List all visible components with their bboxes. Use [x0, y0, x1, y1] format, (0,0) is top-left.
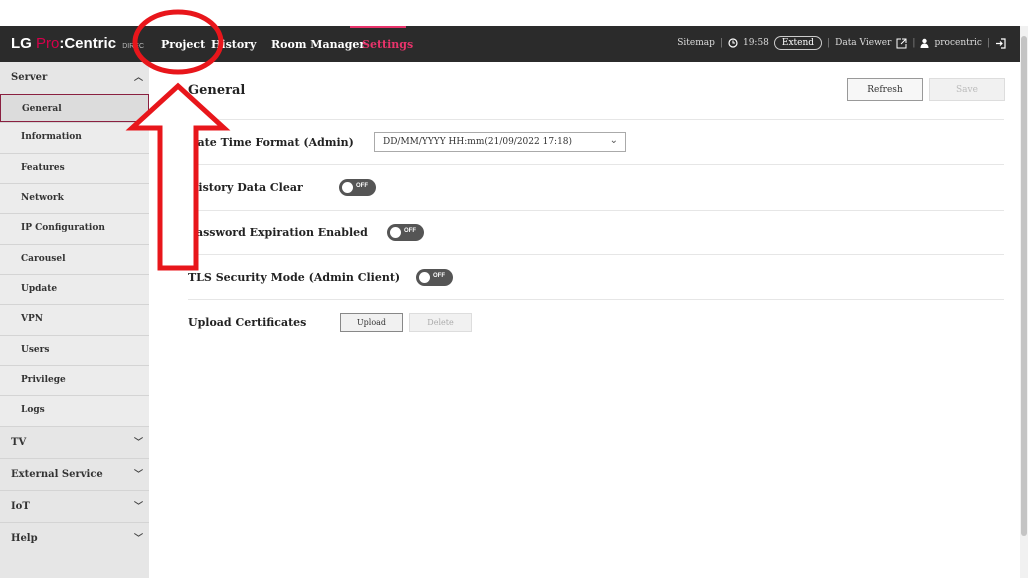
nav-room-manager[interactable]: Room Manager — [271, 38, 365, 51]
sidebar-item-network[interactable]: Network — [0, 183, 149, 214]
divider: | — [912, 38, 916, 48]
extend-button[interactable]: Extend — [773, 36, 823, 50]
sidebar-item-update[interactable]: Update — [0, 274, 149, 305]
chevron-down-icon: ⌄ — [609, 135, 618, 146]
top-nav-bar: LG Pro:Centric DIREC Project History Roo… — [0, 26, 1020, 62]
upload-certificates-label: Upload Certificates — [188, 316, 307, 329]
save-button[interactable]: Save — [929, 78, 1005, 101]
sidebar-section-help[interactable]: Help ﹀ — [0, 522, 149, 555]
sidebar-item-privilege[interactable]: Privilege — [0, 365, 149, 396]
divider: | — [827, 38, 831, 48]
sidebar-item-information[interactable]: Information — [0, 122, 149, 153]
refresh-button[interactable]: Refresh — [847, 78, 923, 101]
username[interactable]: procentric — [934, 38, 981, 48]
procentric-logo[interactable]: LG Pro:Centric DIREC — [11, 35, 144, 52]
sitemap-link[interactable]: Sitemap — [677, 38, 715, 48]
session-time: 19:58 — [742, 38, 769, 48]
chevron-up-icon: ︿ — [133, 73, 143, 83]
header-tools: Sitemap | 19:58 Extend | Data Viewer | p… — [677, 36, 1006, 50]
history-data-clear-toggle[interactable]: OFF — [339, 179, 376, 196]
toggle-knob — [419, 272, 430, 283]
date-time-format-select[interactable]: DD/MM/YYYY HH:mm(21/09/2022 17:18) ⌄ — [374, 132, 626, 152]
page-title: General — [188, 83, 246, 98]
sidebar-item-vpn[interactable]: VPN — [0, 304, 149, 335]
sidebar-item-logs[interactable]: Logs — [0, 395, 149, 426]
active-tab-indicator — [350, 26, 406, 28]
sidebar-item-features[interactable]: Features — [0, 153, 149, 184]
divider — [188, 119, 1004, 120]
divider — [188, 299, 1004, 300]
toggle-knob — [342, 182, 353, 193]
sidebar-item-general[interactable]: General — [0, 94, 149, 122]
date-time-format-label: Date Time Format (Admin) — [188, 136, 354, 149]
tls-security-mode-toggle[interactable]: OFF — [416, 269, 453, 286]
sidebar-section-tv[interactable]: TV ﹀ — [0, 426, 149, 459]
upload-button[interactable]: Upload — [340, 313, 403, 332]
password-expiration-toggle[interactable]: OFF — [387, 224, 424, 241]
page-scrollbar-thumb[interactable] — [1021, 36, 1027, 536]
chevron-down-icon: ﹀ — [133, 470, 143, 480]
chevron-down-icon: ﹀ — [133, 534, 143, 544]
history-data-clear-label: History Data Clear — [188, 181, 303, 194]
top-whitespace — [0, 0, 1028, 26]
clock-icon — [728, 38, 738, 48]
external-link-icon[interactable] — [896, 38, 907, 49]
sidebar-section-server[interactable]: Server ︿ — [0, 62, 149, 94]
toggle-knob — [390, 227, 401, 238]
divider — [188, 210, 1004, 211]
nav-history[interactable]: History — [211, 38, 256, 51]
sidebar: Server ︿ General Information Features Ne… — [0, 62, 149, 578]
chevron-down-icon: ﹀ — [133, 502, 143, 512]
divider: | — [986, 38, 990, 48]
password-expiration-label: Password Expiration Enabled — [188, 226, 368, 239]
nav-settings[interactable]: Settings — [362, 38, 413, 51]
delete-button[interactable]: Delete — [409, 313, 472, 332]
sidebar-section-iot[interactable]: IoT ﹀ — [0, 490, 149, 523]
sidebar-item-carousel[interactable]: Carousel — [0, 244, 149, 275]
nav-project[interactable]: Project — [161, 38, 205, 51]
divider — [188, 254, 1004, 255]
chevron-down-icon: ﹀ — [133, 438, 143, 448]
sidebar-item-ip-configuration[interactable]: IP Configuration — [0, 213, 149, 244]
sidebar-item-users[interactable]: Users — [0, 335, 149, 366]
divider — [188, 164, 1004, 165]
user-icon — [920, 38, 929, 48]
divider: | — [719, 38, 723, 48]
logout-icon[interactable] — [995, 37, 1006, 49]
data-viewer-link[interactable]: Data Viewer — [835, 38, 891, 48]
tls-security-mode-label: TLS Security Mode (Admin Client) — [188, 271, 401, 284]
sidebar-section-external-service[interactable]: External Service ﹀ — [0, 458, 149, 491]
